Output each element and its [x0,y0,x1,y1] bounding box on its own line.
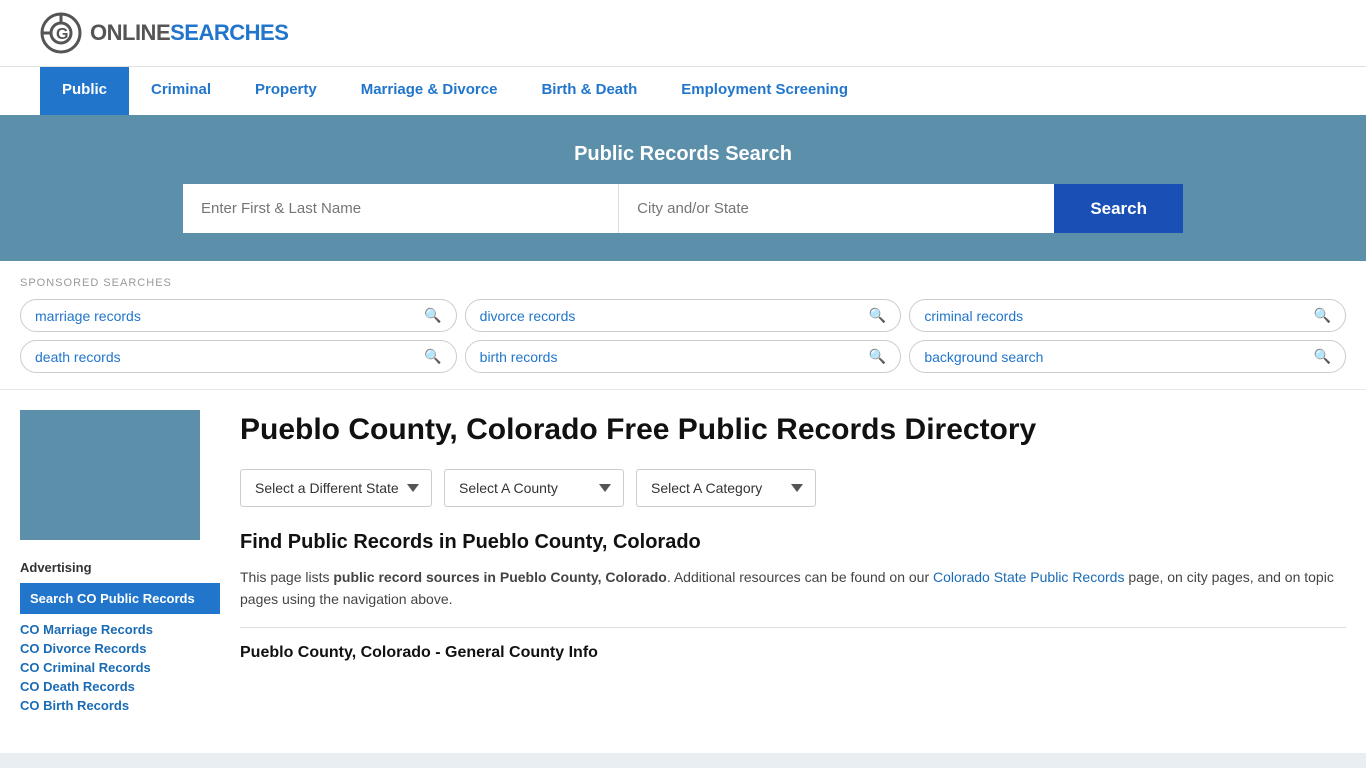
sidebar: Advertising Search CO Public Records CO … [20,410,220,713]
sponsored-grid: marriage records 🔍 divorce records 🔍 cri… [20,299,1346,373]
sponsored-label: SPONSORED SEARCHES [20,277,1346,289]
search-icon-1: 🔍 [869,307,886,324]
main-nav: Public Criminal Property Marriage & Divo… [0,66,1366,115]
page-body: SPONSORED SEARCHES marriage records 🔍 di… [0,261,1366,753]
search-fields: Search [183,184,1183,233]
sidebar-link-death[interactable]: CO Death Records [20,679,220,694]
general-info-heading: Pueblo County, Colorado - General County… [240,644,1346,662]
logo[interactable]: G ONLINESEARCHES [40,12,288,54]
search-banner-title: Public Records Search [40,143,1326,166]
search-icon-2: 🔍 [1314,307,1331,324]
sponsored-tag-marriage[interactable]: marriage records 🔍 [20,299,457,332]
sidebar-ad-button[interactable]: Search CO Public Records [20,583,220,614]
sidebar-link-marriage[interactable]: CO Marriage Records [20,622,220,637]
name-input[interactable] [183,184,619,233]
sponsored-section: SPONSORED SEARCHES marriage records 🔍 di… [0,261,1366,390]
sidebar-links: CO Marriage Records CO Divorce Records C… [20,622,220,713]
nav-item-criminal[interactable]: Criminal [129,67,233,115]
find-heading: Find Public Records in Pueblo County, Co… [240,531,1346,554]
county-map-image [20,410,200,540]
nav-item-birth-death[interactable]: Birth & Death [519,67,659,115]
content-area: Advertising Search CO Public Records CO … [0,390,1366,733]
county-dropdown[interactable]: Select A County [444,469,624,507]
nav-item-marriage-divorce[interactable]: Marriage & Divorce [339,67,520,115]
sidebar-link-criminal[interactable]: CO Criminal Records [20,660,220,675]
sidebar-link-birth[interactable]: CO Birth Records [20,698,220,713]
search-icon-0: 🔍 [424,307,441,324]
search-icon-4: 🔍 [869,348,886,365]
search-banner: Public Records Search Search [0,115,1366,261]
logo-text: ONLINESEARCHES [90,20,288,46]
nav-item-employment[interactable]: Employment Screening [659,67,870,115]
site-header: G ONLINESEARCHES [0,0,1366,66]
sponsored-tag-death[interactable]: death records 🔍 [20,340,457,373]
search-button[interactable]: Search [1054,184,1183,233]
location-input[interactable] [619,184,1054,233]
category-dropdown[interactable]: Select A Category [636,469,816,507]
advertising-label: Advertising [20,560,220,575]
sponsored-tag-criminal[interactable]: criminal records 🔍 [909,299,1346,332]
page-title: Pueblo County, Colorado Free Public Reco… [240,410,1346,449]
description-text: This page lists public record sources in… [240,566,1346,611]
sponsored-tag-birth[interactable]: birth records 🔍 [465,340,902,373]
sponsored-tag-divorce[interactable]: divorce records 🔍 [465,299,902,332]
state-dropdown[interactable]: Select a Different State [240,469,432,507]
sponsored-tag-background[interactable]: background search 🔍 [909,340,1346,373]
search-icon-5: 🔍 [1314,348,1331,365]
svg-text:G: G [56,26,68,43]
main-content: Pueblo County, Colorado Free Public Reco… [240,410,1346,713]
nav-item-property[interactable]: Property [233,67,339,115]
dropdowns-row: Select a Different State Select A County… [240,469,1346,507]
nav-item-public[interactable]: Public [40,67,129,115]
state-records-link[interactable]: Colorado State Public Records [933,569,1124,585]
logo-icon: G [40,12,82,54]
search-icon-3: 🔍 [424,348,441,365]
section-divider [240,627,1346,628]
sidebar-link-divorce[interactable]: CO Divorce Records [20,641,220,656]
